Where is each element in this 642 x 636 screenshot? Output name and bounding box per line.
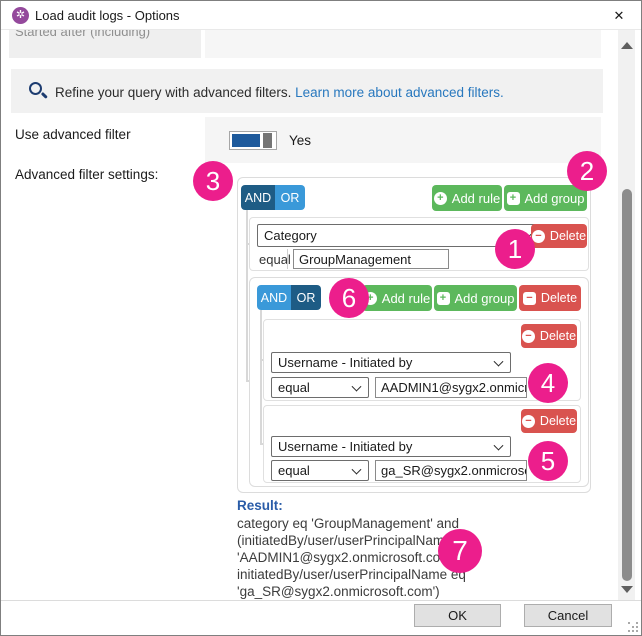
inner-add-group-button[interactable]: + Add group xyxy=(434,285,517,311)
inner-and-button[interactable]: AND xyxy=(257,285,291,310)
result-line: (initiatedBy/user/userPrincipalName eq xyxy=(237,532,527,549)
callout-6: 6 xyxy=(329,278,369,318)
delete-rule-category-button[interactable]: − Delete xyxy=(531,224,587,248)
delete-rule-username-2-button[interactable]: − Delete xyxy=(521,409,577,433)
value-input-username-1[interactable]: AADMIN1@sygx2.onmicros xyxy=(375,377,527,398)
use-advanced-filter-label: Use advanced filter xyxy=(15,127,131,142)
learn-more-link[interactable]: Learn more about advanced filters. xyxy=(295,85,504,100)
scrollbar-thumb[interactable] xyxy=(622,189,632,581)
delete-inner-group-button[interactable]: − Delete xyxy=(519,285,581,311)
inner-or-button[interactable]: OR xyxy=(291,285,321,310)
outer-and-button[interactable]: AND xyxy=(241,185,275,210)
operator-select-username-2[interactable]: equal xyxy=(271,460,369,481)
circle-minus-icon: − xyxy=(532,230,545,243)
footer-divider xyxy=(1,600,642,601)
callout-5: 5 xyxy=(528,441,568,481)
scroll-down-icon[interactable] xyxy=(621,586,633,593)
connector-line xyxy=(260,310,262,445)
result-line: category eq 'GroupManagement' and xyxy=(237,515,527,532)
toggle-handle[interactable] xyxy=(263,133,272,148)
scrolled-row-label-text: Started after (including) xyxy=(15,30,197,39)
delete-inner-group-label: Delete xyxy=(541,291,577,305)
field-select-username-2-value: Username - Initiated by xyxy=(278,439,412,454)
circle-minus-icon: − xyxy=(522,415,535,428)
callout-7: 7 xyxy=(438,529,482,573)
square-plus-icon: + xyxy=(507,192,520,205)
delete-rule-category-label: Delete xyxy=(550,229,586,243)
result-label: Result: xyxy=(237,498,283,513)
title-bar: ✲ Load audit logs - Options ✕ xyxy=(1,1,641,30)
square-plus-icon: + xyxy=(437,292,450,305)
result-line: initiatedBy/user/userPrincipalName eq xyxy=(237,566,527,583)
scroll-up-icon[interactable] xyxy=(621,42,633,49)
value-input-username-2[interactable]: ga_SR@sygx2.onmicrosoft.c xyxy=(375,460,527,481)
outer-add-rule-button[interactable]: + Add rule xyxy=(432,185,502,211)
close-icon[interactable]: ✕ xyxy=(607,5,631,26)
outer-or-button[interactable]: OR xyxy=(275,185,305,210)
result-line: 'AADMIN1@sygx2.onmicrosoft.com' or xyxy=(237,549,527,566)
inner-add-rule-button[interactable]: + Add rule xyxy=(362,285,432,311)
dialog-window: ✲ Load audit logs - Options ✕ Started af… xyxy=(0,0,642,636)
field-select-username-1[interactable]: Username - Initiated by xyxy=(271,352,511,373)
chevron-down-icon xyxy=(352,381,362,391)
operator-select-username-1-value: equal xyxy=(278,380,310,395)
outer-add-rule-label: Add rule xyxy=(452,191,500,206)
chevron-down-icon xyxy=(494,356,504,366)
circle-plus-icon: + xyxy=(434,192,447,205)
square-minus-icon: − xyxy=(523,292,536,305)
window-title: Load audit logs - Options xyxy=(35,8,180,23)
callout-2: 2 xyxy=(567,151,607,191)
callout-1: 1 xyxy=(495,229,535,269)
resize-grip-icon[interactable] xyxy=(628,622,640,634)
circle-minus-icon: − xyxy=(522,330,535,343)
chevron-down-icon xyxy=(494,440,504,450)
app-icon: ✲ xyxy=(12,7,29,24)
ok-button[interactable]: OK xyxy=(414,604,501,627)
callout-3: 3 xyxy=(193,161,233,201)
delete-rule-username-2-label: Delete xyxy=(540,414,576,428)
operator-select-username-2-value: equal xyxy=(278,463,310,478)
cancel-button[interactable]: Cancel xyxy=(524,604,612,627)
use-advanced-filter-toggle[interactable] xyxy=(229,131,277,150)
delete-rule-username-1-label: Delete xyxy=(540,329,576,343)
field-select-category-value: Category xyxy=(264,228,317,243)
operator-select-username-1[interactable]: equal xyxy=(271,377,369,398)
value-input-category[interactable]: GroupManagement xyxy=(293,249,449,269)
advanced-filter-settings-label: Advanced filter settings: xyxy=(15,167,158,182)
scrolled-row-label: Started after (including) xyxy=(15,30,197,42)
scrolled-row-field-bg xyxy=(205,30,601,58)
connector-line xyxy=(246,210,248,382)
callout-4: 4 xyxy=(528,363,568,403)
toggle-fill xyxy=(232,134,260,147)
result-text: category eq 'GroupManagement' and (initi… xyxy=(237,515,527,600)
field-select-username-2[interactable]: Username - Initiated by xyxy=(271,436,511,457)
inner-add-rule-label: Add rule xyxy=(382,291,430,306)
chevron-down-icon xyxy=(352,464,362,474)
info-text-main: Refine your query with advanced filters. xyxy=(55,85,291,100)
outer-add-group-button[interactable]: + Add group xyxy=(504,185,587,211)
result-line: 'ga_SR@sygx2.onmicrosoft.com') xyxy=(237,583,527,600)
info-text: Refine your query with advanced filters.… xyxy=(55,85,504,100)
inner-add-group-label: Add group xyxy=(455,291,515,306)
toggle-state-label: Yes xyxy=(289,133,311,148)
delete-rule-username-1-button[interactable]: − Delete xyxy=(521,324,577,348)
field-select-username-1-value: Username - Initiated by xyxy=(278,355,412,370)
outer-add-group-label: Add group xyxy=(525,191,585,206)
operator-divider xyxy=(287,249,288,269)
